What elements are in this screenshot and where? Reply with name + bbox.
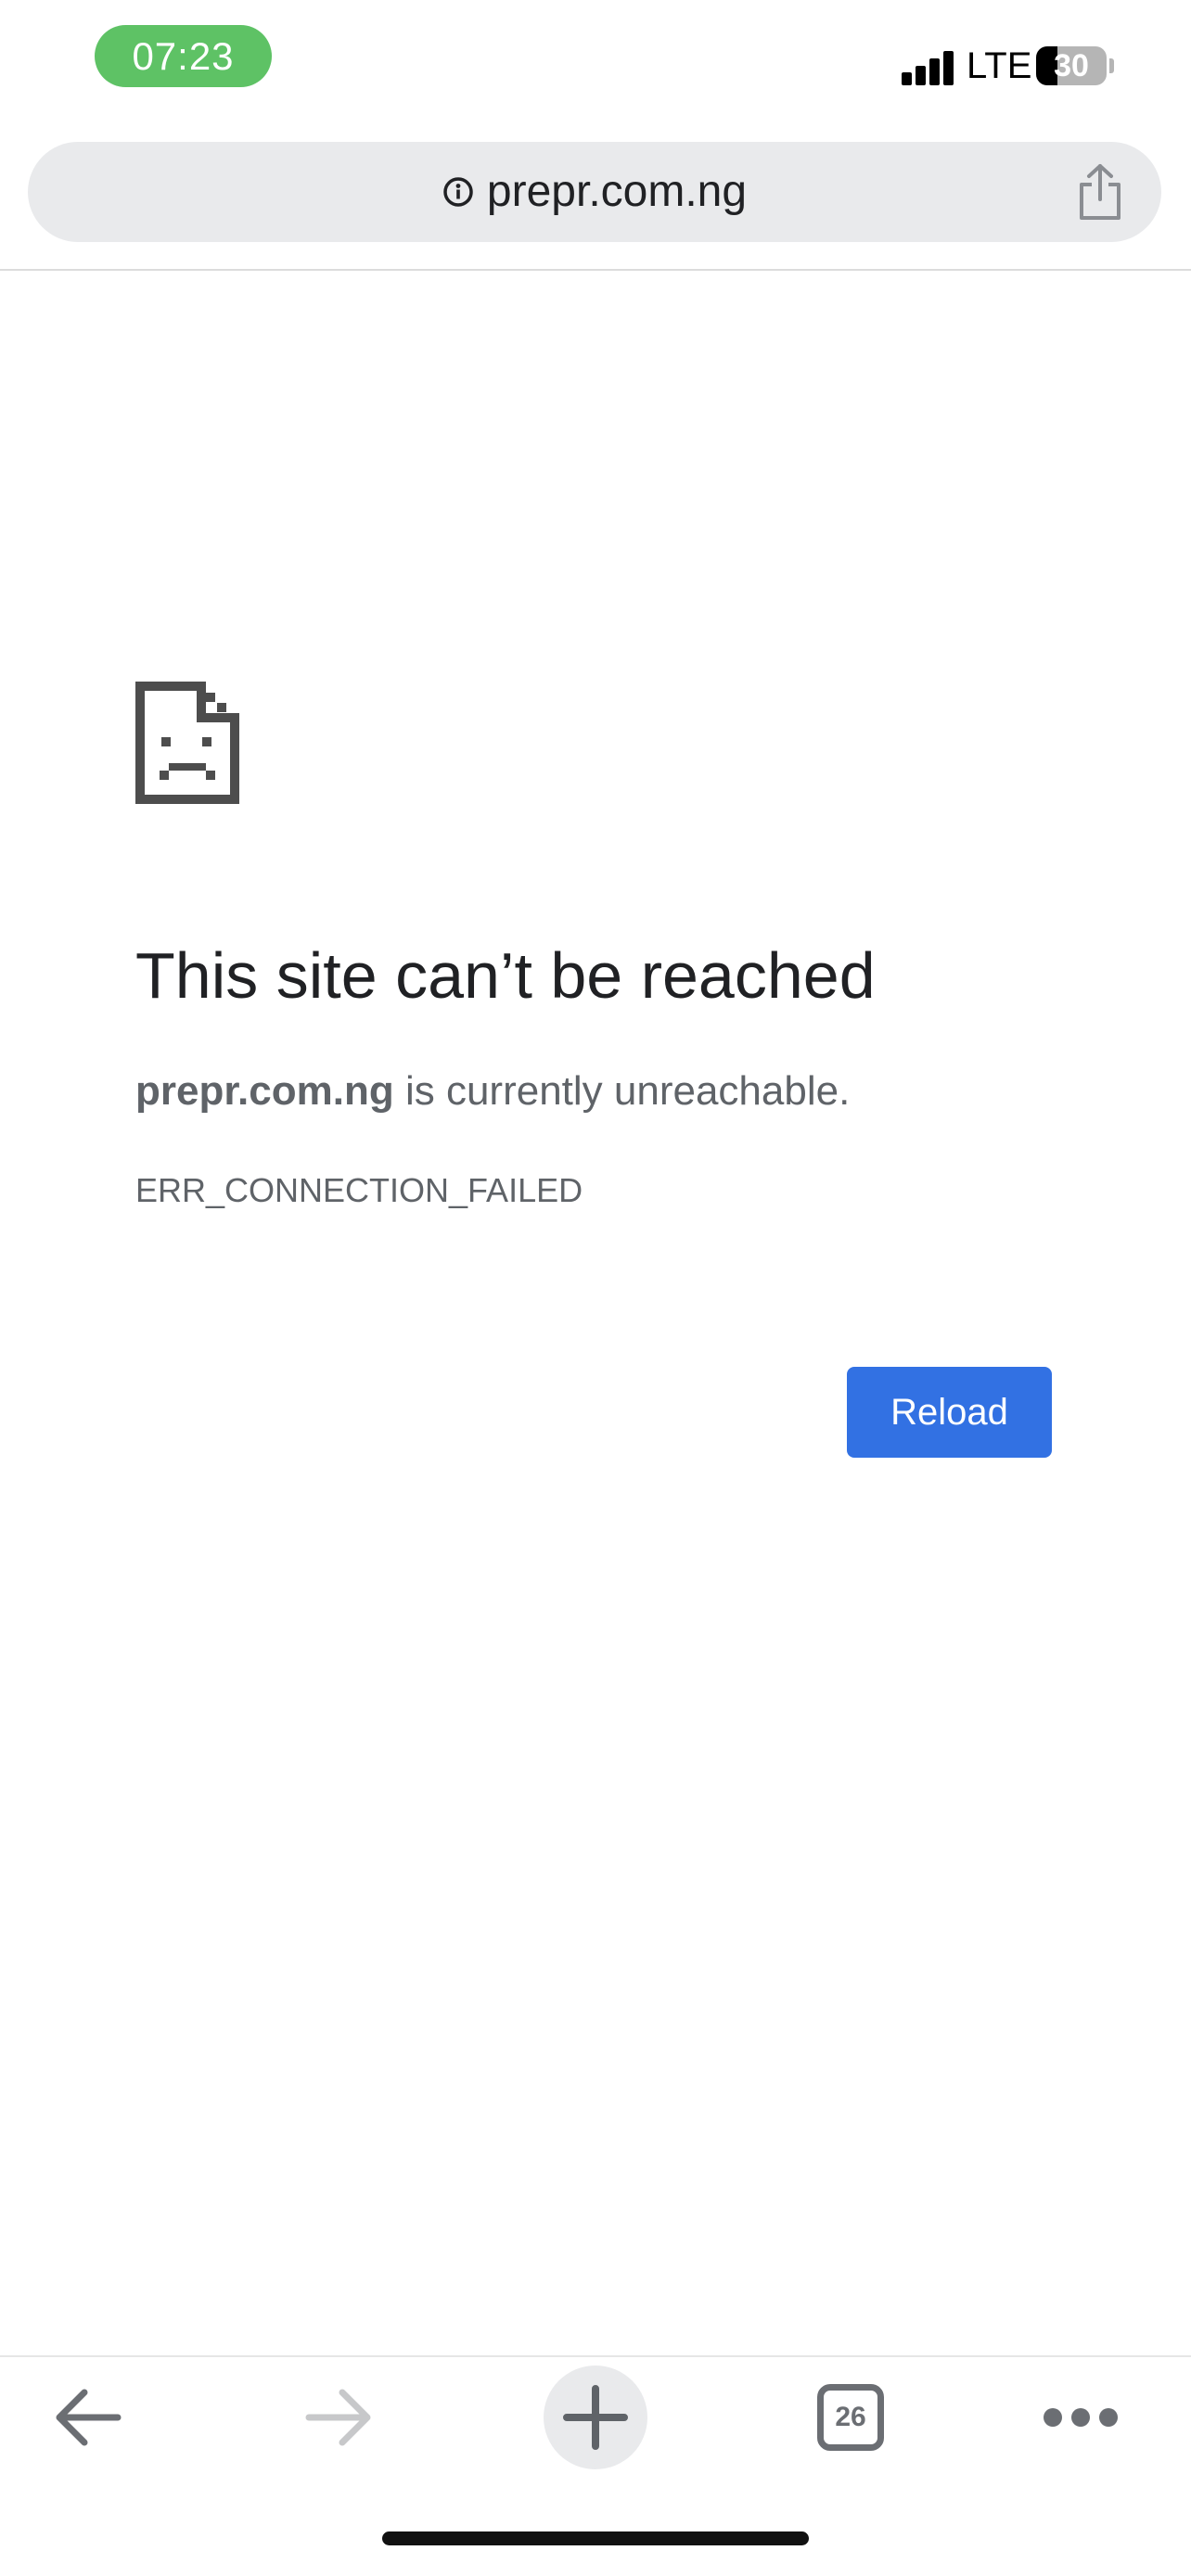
bottom-toolbar: 26: [0, 2357, 1191, 2478]
new-tab-circle: [544, 2366, 647, 2469]
back-button[interactable]: [37, 2357, 139, 2478]
browser-screen: 07:23 LTE 30 prepr.com.ng This site can’…: [0, 0, 1191, 2576]
error-description: prepr.com.ng is currently unreachable.: [135, 1066, 1109, 1116]
home-indicator[interactable]: [382, 2531, 809, 2545]
share-icon[interactable]: [1074, 162, 1126, 222]
battery-percent: 30: [1054, 48, 1089, 83]
tab-count: 26: [817, 2384, 884, 2451]
network-type: LTE: [967, 45, 1032, 86]
url-text[interactable]: prepr.com.ng: [487, 142, 747, 242]
address-bar[interactable]: prepr.com.ng: [28, 142, 1161, 242]
error-description-text: is currently unreachable.: [393, 1068, 851, 1114]
more-menu-button[interactable]: [1030, 2357, 1132, 2478]
error-title: This site can’t be reached: [135, 939, 876, 1012]
cellular-signal-icon: [902, 48, 957, 85]
more-dots-icon: [1044, 2408, 1118, 2427]
plus-icon: [563, 2385, 628, 2450]
new-tab-button[interactable]: [542, 2357, 649, 2478]
sad-document-icon: [135, 682, 239, 804]
status-time[interactable]: 07:23: [95, 25, 272, 87]
info-icon[interactable]: [442, 176, 474, 208]
error-host: prepr.com.ng: [135, 1068, 394, 1114]
forward-arrow-icon: [305, 2389, 371, 2446]
back-arrow-icon: [56, 2389, 122, 2446]
status-bar: 07:23 LTE 30: [0, 0, 1191, 130]
battery-icon: 30: [1036, 46, 1107, 85]
tab-switcher-button[interactable]: 26: [800, 2357, 902, 2478]
reload-button[interactable]: Reload: [847, 1367, 1052, 1458]
battery-cap: [1109, 58, 1114, 73]
address-content: prepr.com.ng: [28, 142, 1161, 242]
error-code: ERR_CONNECTION_FAILED: [135, 1171, 583, 1209]
forward-button[interactable]: [288, 2357, 390, 2478]
toolbar-divider: [0, 269, 1191, 271]
